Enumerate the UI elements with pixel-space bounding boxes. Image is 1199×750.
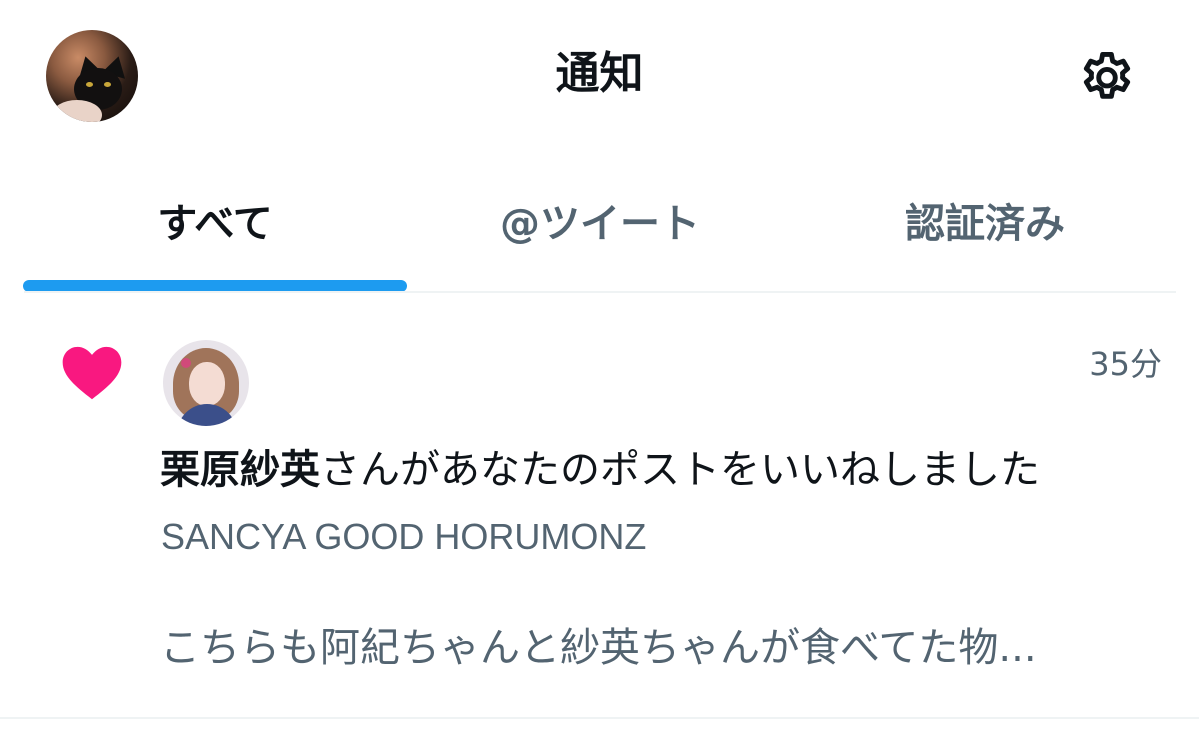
account-line: SANCYA GOOD HORUMONZ <box>161 516 647 557</box>
tab-bar: すべて @ツイート 認証済み <box>0 180 1199 295</box>
heart-icon <box>60 342 124 402</box>
tab-mentions[interactable]: @ツイート <box>406 196 794 252</box>
user-name[interactable]: 栗原紗英 <box>160 447 320 493</box>
notifications-page: 通知 すべて @ツイート 認証済み 35分 栗原紗英さんがあなたのポストをいいね… <box>0 0 1199 750</box>
tab-all[interactable]: すべて <box>24 196 406 252</box>
action-text: さんがあなたのポストをいいねしました <box>320 447 1040 493</box>
user-avatar[interactable] <box>163 340 249 426</box>
header: 通知 <box>0 0 1199 150</box>
tab-verified[interactable]: 認証済み <box>794 196 1176 252</box>
divider <box>24 291 1176 293</box>
timestamp: 35分 <box>1089 345 1162 383</box>
gear-icon[interactable] <box>1076 48 1138 110</box>
page-title: 通知 <box>555 48 644 99</box>
divider <box>0 717 1199 719</box>
notification-message[interactable]: 栗原紗英さんがあなたのポストをいいねしました <box>160 442 1040 498</box>
notification-item[interactable]: 35分 栗原紗英さんがあなたのポストをいいねしました SANCYA GOOD H… <box>0 300 1199 720</box>
post-preview[interactable]: こちらも阿紀ちゃんと紗英ちゃんが食べてた物... <box>160 620 1037 676</box>
